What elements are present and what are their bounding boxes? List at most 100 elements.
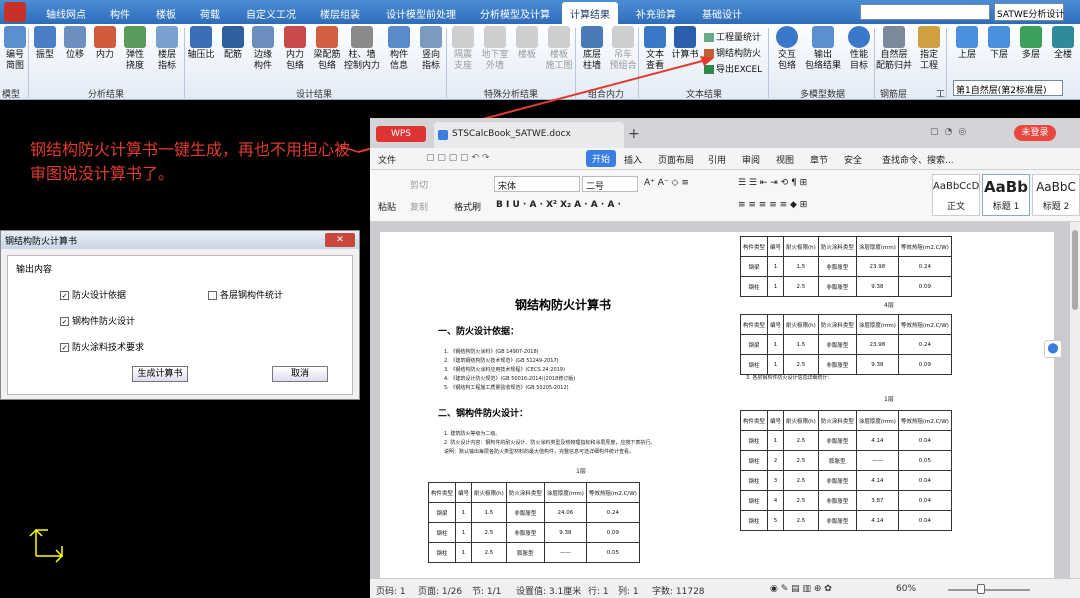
new-tab-button[interactable]: + bbox=[628, 126, 640, 142]
ribbon-btn-vertical-index[interactable]: 竖向 指标 bbox=[416, 26, 446, 72]
font-name-select[interactable]: 宋体 bbox=[494, 176, 580, 192]
ribbon-btn-all[interactable]: 全楼 bbox=[1048, 26, 1078, 61]
checkbox-floor-stats[interactable]: 各层钢构件统计 bbox=[208, 288, 283, 301]
ribbon-btn-interactive-envelope[interactable]: 交互 包络 bbox=[772, 26, 802, 72]
font-size-tools-icon[interactable]: A⁺ A⁻ ◇ ≡ bbox=[644, 178, 689, 188]
ribbon-btn-multi[interactable]: 多层 bbox=[1016, 26, 1046, 61]
tab-floor-assembly[interactable]: 楼层组装 bbox=[320, 6, 360, 21]
font-style-tools-icon[interactable]: B I U · A · X² X₂ A · A · A · bbox=[496, 200, 621, 210]
dialog-close-button[interactable]: ✕ bbox=[325, 233, 355, 247]
window-controls-icon[interactable]: ▢◔◎ bbox=[930, 127, 972, 137]
zoom-slider-track[interactable] bbox=[948, 589, 1030, 591]
ribbon-btn-merge[interactable]: 自然层 配筋归并 bbox=[876, 26, 912, 72]
table-cell: 膨胀型 bbox=[505, 542, 545, 563]
menu-quick-tools-icon[interactable]: ▢ ▢ ▢ ▢ ↶ ↷ bbox=[426, 153, 489, 163]
wps-logo[interactable]: WPS bbox=[376, 126, 426, 142]
ribbon-btn-mode-shape[interactable]: 振型 bbox=[30, 26, 60, 61]
font-size-select[interactable]: 二号 bbox=[582, 176, 638, 192]
zoom-slider-knob[interactable] bbox=[977, 584, 985, 594]
ribbon-btn-control-force[interactable]: 柱、墙 控制内力 bbox=[344, 26, 380, 72]
ribbon-btn-export-excel[interactable]: 导出EXCEL bbox=[704, 62, 762, 75]
ribbon-btn-axial-ratio[interactable]: 轴压比 bbox=[186, 26, 216, 61]
ribbon-btn-slab[interactable]: 楼板 bbox=[512, 26, 542, 61]
menu-reference[interactable]: 引用 bbox=[708, 153, 726, 166]
menu-layout[interactable]: 页面布局 bbox=[658, 153, 694, 166]
menu-review[interactable]: 审阅 bbox=[742, 153, 760, 166]
menu-file[interactable]: 文件 bbox=[378, 153, 396, 166]
floor-select[interactable]: 第1自然层(第2标准层) bbox=[953, 80, 1063, 96]
table-cell: 0.05 bbox=[585, 542, 640, 563]
ribbon-btn-steel-fire[interactable]: 钢结构防火 bbox=[704, 46, 761, 59]
cancel-button[interactable]: 取消 bbox=[272, 366, 328, 382]
ribbon-btn-isolation[interactable]: 隔震 支座 bbox=[448, 26, 478, 72]
menu-insert[interactable]: 插入 bbox=[624, 153, 642, 166]
table-header-cell: 等效热阻(m2.C/W) bbox=[897, 236, 952, 257]
style-heading-1[interactable]: AaBb 标题 1 bbox=[982, 174, 1030, 216]
generate-book-button[interactable]: 生成计算书 bbox=[132, 366, 188, 382]
menu-home[interactable]: 开始 bbox=[586, 150, 617, 167]
ribbon-btn-displacement[interactable]: 位移 bbox=[60, 26, 90, 61]
ribbon-btn-project[interactable]: 指定 工程 bbox=[914, 26, 944, 72]
ribbon-btn-edge-member[interactable]: 边缘 构件 bbox=[248, 26, 278, 72]
status-pages: 页面: 1/26 bbox=[418, 587, 463, 597]
copy-button[interactable]: 复制 bbox=[410, 200, 428, 213]
scrollbar-thumb[interactable] bbox=[1072, 230, 1078, 310]
ribbon-btn-internal-force[interactable]: 内力 bbox=[90, 26, 120, 61]
ribbon-btn-basement-wall[interactable]: 地下室 外墙 bbox=[480, 26, 510, 72]
tab-foundation[interactable]: 基础设计 bbox=[702, 6, 742, 21]
tab-results[interactable]: 计算结果 bbox=[562, 2, 618, 24]
ribbon-separator bbox=[946, 28, 947, 98]
tab-slab[interactable]: 楼板 bbox=[156, 6, 176, 21]
ribbon-btn-deflection[interactable]: 弹性 挠度 bbox=[120, 26, 150, 72]
tab-preprocess[interactable]: 设计模型前处理 bbox=[386, 6, 456, 21]
cut-button[interactable]: 剪切 bbox=[410, 178, 428, 191]
ribbon-btn-calc-book[interactable]: 计算书 bbox=[670, 26, 700, 61]
table-cell: 2.5 bbox=[783, 490, 819, 511]
menu-security[interactable]: 安全 bbox=[844, 153, 862, 166]
analysis-select[interactable]: SATWE分析设计 bbox=[994, 3, 1064, 21]
ribbon-btn-down[interactable]: 下层 bbox=[984, 26, 1014, 61]
ribbon-btn-slab-drawing[interactable]: 楼板 施工图 bbox=[544, 26, 574, 72]
ribbon-btn-output-envelope[interactable]: 输出 包络结果 bbox=[804, 26, 842, 72]
ribbon-btn-force-envelope[interactable]: 内力 包络 bbox=[280, 26, 310, 72]
paste-button[interactable]: 粘贴 bbox=[378, 200, 396, 213]
ribbon-btn-member-info[interactable]: 构件 信息 bbox=[384, 26, 414, 72]
tab-supplement[interactable]: 补充验算 bbox=[636, 6, 676, 21]
ribbon-search-input[interactable] bbox=[860, 4, 990, 20]
ribbon-btn-quantity[interactable]: 工程量统计 bbox=[704, 30, 761, 43]
document-area[interactable]: 钢结构防火计算书 一、防火设计依据： 1. 《钢结构防火涂料》(GB 14907… bbox=[370, 222, 1070, 578]
ribbon-btn-bottom-column[interactable]: 底层 柱墙 bbox=[577, 26, 607, 72]
location-pin-icon[interactable]: ⬤ bbox=[1044, 340, 1062, 358]
menu-search[interactable]: 查找命令、搜索... bbox=[882, 153, 954, 166]
ribbon-btn-beam-envelope[interactable]: 梁配筋 包络 bbox=[312, 26, 342, 72]
view-mode-icons[interactable]: ◉ ✎ ▤ ▥ ⊕ ✿ bbox=[770, 584, 832, 594]
tab-load[interactable]: 荷载 bbox=[200, 6, 220, 21]
document-tab[interactable]: STSCalcBook_SATWE.docx bbox=[434, 122, 624, 148]
menu-view[interactable]: 视图 bbox=[776, 153, 794, 166]
format-painter-button[interactable]: 格式刷 bbox=[454, 200, 481, 213]
tab-axis[interactable]: 轴线网点 bbox=[46, 6, 86, 21]
checkbox-member-design[interactable]: ✓ 钢构件防火设计 bbox=[60, 314, 135, 327]
ribbon-btn-floor-index[interactable]: 楼层 指标 bbox=[152, 26, 182, 72]
ribbon-btn-crane[interactable]: 吊车 预组合 bbox=[608, 26, 638, 72]
style-heading-2[interactable]: AaBbC 标题 2 bbox=[1032, 174, 1080, 216]
tab-analysis[interactable]: 分析模型及计算 bbox=[480, 6, 550, 21]
menu-section[interactable]: 章节 bbox=[810, 153, 828, 166]
ribbon-btn-performance[interactable]: 性能 目标 bbox=[844, 26, 874, 72]
tab-custom-case[interactable]: 自定义工况 bbox=[246, 6, 296, 21]
tab-members[interactable]: 构件 bbox=[110, 6, 130, 21]
ribbon-btn-text-view[interactable]: 文本 查看 bbox=[640, 26, 670, 72]
align-tools-icon[interactable]: ≡ ≡ ≡ ≡ ≡ ◆ ⊞ bbox=[738, 200, 807, 210]
table-header-cell: 耐火极限(h) bbox=[471, 482, 507, 503]
ribbon-btn-reinforcement[interactable]: 配筋 bbox=[218, 26, 248, 61]
checkbox-fire-basis[interactable]: ✓ 防火设计依据 bbox=[60, 288, 126, 301]
beam-envelope-icon bbox=[316, 26, 338, 48]
doc-title: 钢结构防火计算书 bbox=[514, 298, 611, 312]
ribbon-btn-up[interactable]: 上层 bbox=[952, 26, 982, 61]
checkbox-coating-req[interactable]: ✓ 防火涂料技术要求 bbox=[60, 340, 144, 353]
login-button[interactable]: 未登录 bbox=[1014, 125, 1056, 141]
style-normal[interactable]: AaBbCcDd正文 bbox=[932, 174, 980, 216]
merge-icon bbox=[883, 26, 905, 48]
list-tools-icon[interactable]: ☰ ☰ ⇤ ⇥ ⟲ ¶ ⊞ bbox=[738, 178, 807, 188]
ribbon-btn-number-diagram[interactable]: 编号 简图 bbox=[0, 26, 30, 72]
